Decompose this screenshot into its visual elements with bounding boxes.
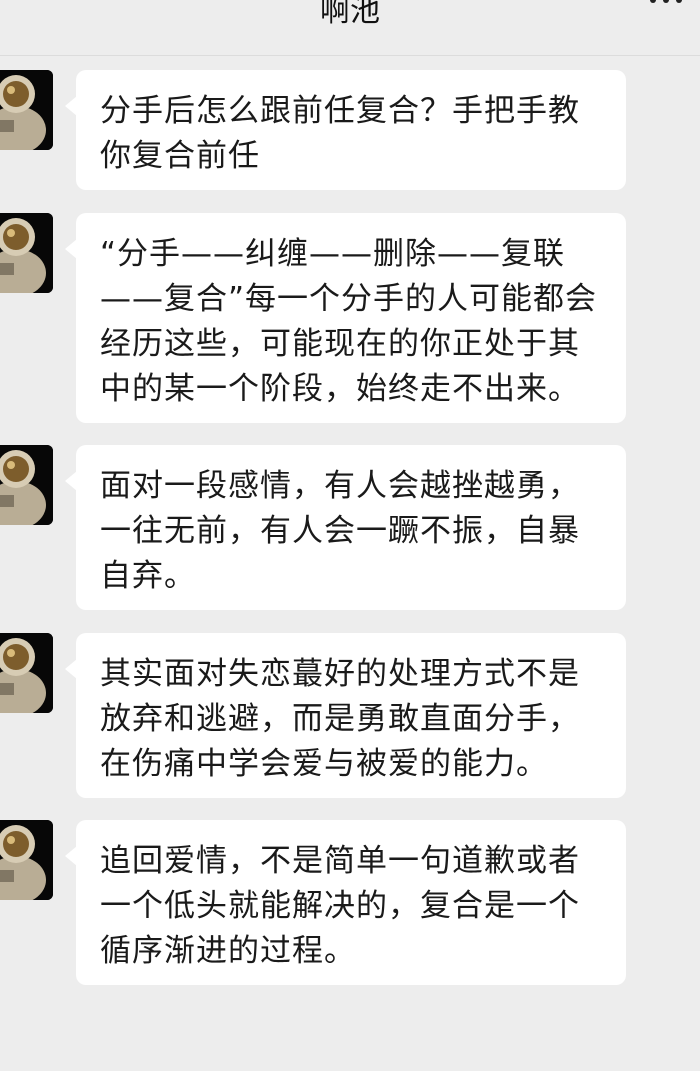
astronaut-avatar[interactable]: [0, 445, 53, 525]
chat-header: 啊池: [0, 0, 700, 56]
astronaut-avatar[interactable]: [0, 633, 53, 713]
more-dots-icon[interactable]: [646, 0, 686, 12]
message-bubble[interactable]: “分手——纠缠——删除——复联——复合”每一个分手的人可能都会经历这些，可能现在…: [65, 213, 626, 423]
astronaut-avatar[interactable]: [0, 820, 53, 900]
chat-screen: 啊池 分手后怎么跟前任复合？手把手教你复合前任 “分手——纠缠——删除——复联—…: [0, 0, 700, 1071]
astronaut-avatar[interactable]: [0, 213, 53, 293]
message-bubble[interactable]: 分手后怎么跟前任复合？手把手教你复合前任: [65, 70, 626, 190]
astronaut-avatar[interactable]: [0, 70, 53, 150]
message-bubble[interactable]: 追回爱情，不是简单一句道歉或者一个低头就能解决的，复合是一个循序渐进的过程。: [65, 820, 626, 985]
message-bubble[interactable]: 其实面对失恋蕞好的处理方式不是放弃和逃避，而是勇敢直面分手，在伤痛中学会爱与被爱…: [65, 633, 626, 798]
chat-title: 啊池: [320, 0, 380, 29]
message-bubble[interactable]: 面对一段感情，有人会越挫越勇，一往无前，有人会一蹶不振，自暴自弃。: [65, 445, 626, 610]
